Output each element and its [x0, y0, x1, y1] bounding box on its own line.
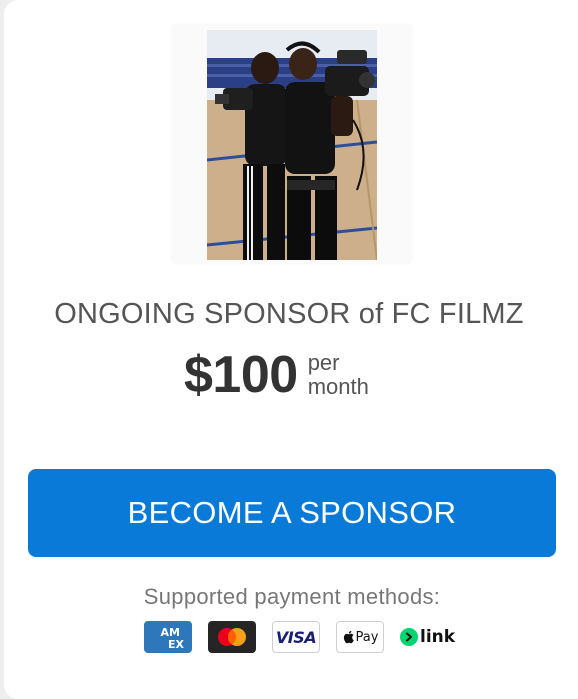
- sponsor-image: [207, 30, 377, 260]
- price-period-per: per: [307, 350, 340, 375]
- amex-icon: AM EX: [144, 621, 192, 653]
- price-period-month: month: [307, 374, 369, 399]
- price: $100 per month: [184, 340, 369, 410]
- price-amount: $100: [184, 346, 298, 404]
- apple-icon: [343, 630, 354, 644]
- price-period: per month: [308, 351, 369, 399]
- payment-methods-label: Supported payment methods:: [143, 584, 441, 609]
- payment-methods-list: AM EX VISA Pay link: [144, 621, 472, 653]
- become-sponsor-button[interactable]: BECOME A SPONSOR: [28, 469, 556, 557]
- link-arrow-icon: [400, 628, 418, 646]
- svg-text:EX: EX: [168, 638, 185, 651]
- apple-pay-text: Pay: [355, 629, 379, 645]
- visa-icon: VISA: [272, 621, 320, 653]
- sponsor-card: ONGOING SPONSOR of FC FILMZ $100 per mon…: [4, 0, 578, 699]
- link-icon: link: [400, 621, 456, 653]
- link-text: link: [420, 627, 456, 647]
- visa-icon-text: VISA: [275, 627, 317, 647]
- mastercard-icon: [208, 621, 256, 653]
- sponsor-title: ONGOING SPONSOR of FC FILMZ: [54, 298, 524, 330]
- apple-pay-icon: Pay: [336, 621, 384, 653]
- sponsor-image-frame: [172, 24, 412, 264]
